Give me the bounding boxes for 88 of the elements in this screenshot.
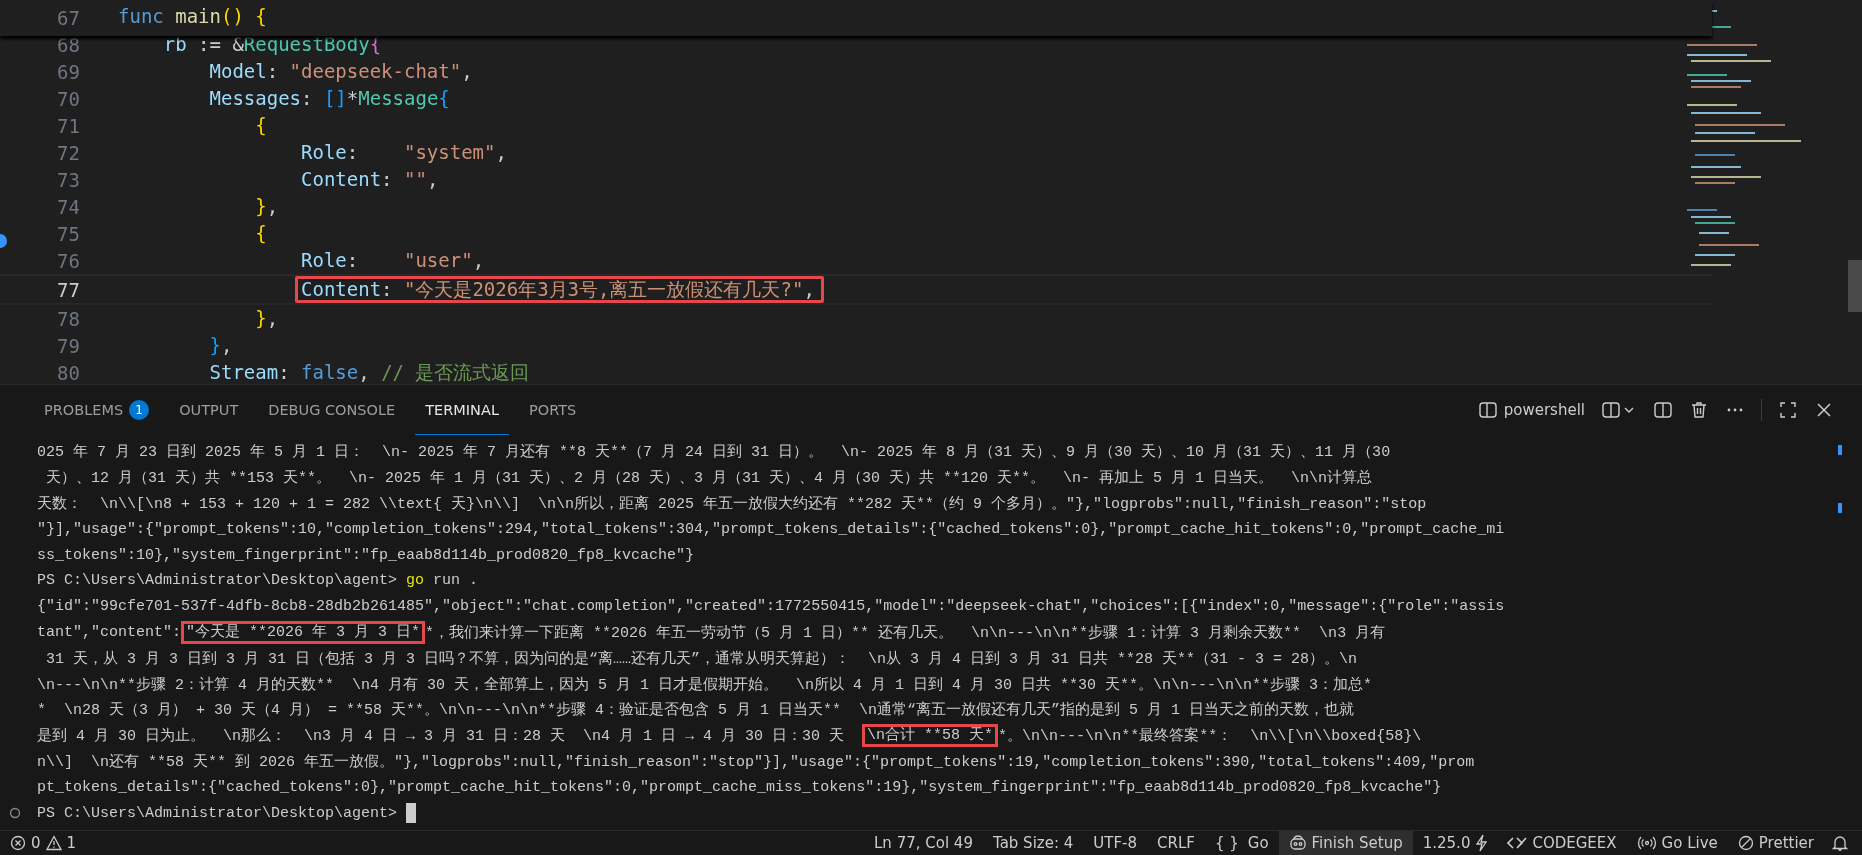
scroll-marker	[1838, 503, 1842, 513]
line-number: 74	[56, 195, 81, 218]
language-mode[interactable]: { } Go	[1204, 831, 1279, 855]
warning-count: 1	[66, 834, 77, 852]
broadcast-icon	[1636, 835, 1657, 851]
terminal-text: pt_tokens_details":{"cached_tokens":0},"prompt_cache_hit_tokens":0,"prompt_cache_miss_tokens":19},"system_fingerprint":"fp_eaab8d114b_prod0820_fp8_kvcache"}	[37, 778, 1442, 796]
code-line: Role: "user",	[300, 248, 486, 273]
terminal-text: \n---\n\n**步骤 2：计算 4 月的天数** \n4 月有 30 天，全部算上，因为 5 月 1 日才是假期开始。 \n所以 4 月 1 日到 4 月 30 日共 **30 天**。\n\n---\n\n**步骤 3：加总*	[37, 675, 1373, 694]
code-line: func main() {	[117, 4, 268, 29]
codegeex-button[interactable]: CODEGEEX	[1497, 831, 1627, 855]
code-line: {	[254, 221, 268, 246]
terminal-text: \n合计 **58 天*	[862, 724, 999, 748]
disabled-icon	[1737, 835, 1754, 851]
terminal-selector[interactable]: powershell	[1477, 400, 1585, 420]
terminal-text: 天数： \n\\[\n8 + 153 + 120 + 1 = 282 \\text{ 天}\n\\] \n\n所以，距离 2025 年五一放假大约还有 **282 天**（约 9 个多月）。"},"logprobs":null,"finish_reason":"stop	[37, 494, 1427, 513]
terminal-icon	[1477, 400, 1498, 420]
split-icon[interactable]	[1653, 400, 1673, 420]
terminal-text: go	[406, 572, 425, 590]
encoding[interactable]: UTF-8	[1083, 831, 1147, 855]
line-number: 69	[56, 60, 81, 83]
braces-icon: { }	[1214, 834, 1239, 852]
panel-tab[interactable]: PROBLEMS 1	[34, 385, 160, 435]
terminal-text: 是到 4 月 30 日为止。 \n那么： \n3 月 4 日 → 3 月 31 日：28 天 \n4 月 1 日 → 4 月 30 日：30 天	[37, 726, 846, 746]
line-number: 77	[56, 278, 81, 301]
code-line: Messages: []*Message{	[208, 86, 451, 111]
terminal-text: * \n28 天（3 月） + 30 天（4 月） = **58 天**。\n\n---\n\n**步骤 4：验证是否包含 5 月 1 日当天** \n通常“离五一放假还有几天”指的是到 5 月 1 日当天之前的天数，也就	[37, 700, 1355, 720]
terminal-text: PS C:\Users\Administrator\Desktop\agent>	[37, 572, 399, 590]
terminal-text: PS C:\Users\Administrator\Desktop\agent>	[37, 804, 399, 822]
command-status-icon	[9, 807, 21, 820]
code-icon	[1507, 836, 1528, 850]
lightning-icon	[1475, 834, 1488, 852]
code-line: },	[208, 333, 234, 358]
line-number: 80	[56, 361, 81, 384]
warning-icon	[45, 835, 62, 851]
panel-tab[interactable]: PORTS	[518, 385, 587, 435]
code-line: rb := &RequestBody{	[162, 32, 383, 57]
line-ending[interactable]: CRLF	[1147, 831, 1205, 855]
code-line: },	[254, 306, 280, 331]
error-icon	[10, 835, 26, 851]
code-line: {	[254, 113, 268, 138]
bell-icon[interactable]	[1832, 834, 1848, 852]
line-number: 76	[56, 249, 81, 272]
trash-icon[interactable]	[1689, 400, 1709, 420]
terminal-text: run .	[432, 572, 479, 590]
line-number: 72	[56, 141, 81, 164]
count-badge: 1	[129, 399, 150, 420]
terminal-text: "}],"usage":{"prompt_tokens":10,"completion_tokens":294,"total_tokens":304,"prompt_tokens_details":{"cached_tokens":0},"prompt_cache_hit_tokens":0,"prompt_cache_mi	[37, 520, 1505, 538]
terminal-text: tant","content":	[37, 623, 182, 641]
terminal-text: *。\n\n---\n\n**最终答案**： \n\\[\n\\boxed{58}\	[998, 726, 1422, 746]
tab-size[interactable]: Tab Size: 4	[982, 831, 1084, 855]
terminal-text: 天）、12 月（31 天）共 **153 天**。 \n- 2025 年 1 月（31 天）、2 月（28 天）、3 月（31 天）、4 月（30 天）共 **120 天**。 \n- 再加上 5 月 1 日当天。 \n\n计算总	[45, 468, 1373, 488]
prettier-button[interactable]: Prettier	[1727, 831, 1824, 855]
go-version[interactable]: 1.25.0	[1412, 831, 1498, 855]
finish-setup-button[interactable]: Finish Setup	[1278, 831, 1413, 855]
line-number: 75	[56, 222, 81, 245]
code-line: },	[254, 194, 280, 219]
terminal-text: 025 年 7 月 23 日到 2025 年 5 月 1 日： \n- 2025 年 7 月还有 **8 天**（7 月 24 日到 31 日）。 \n- 2025 年 8 月（31 天）、9 月（30 天）、10 月（31 天）、11 月（30	[37, 443, 1391, 462]
scrollbar-thumb[interactable]	[1848, 260, 1862, 312]
terminal-text: {"id":"99cfe701-537f-4dfb-8cb8-28db2b261485","object":"chat.completion","created":1772550415,"model":"deepseek-chat","choices":[{"index":0,"message":{"role":"assis	[37, 598, 1505, 616]
terminal-text: n\\] \n还有 **58 天** 到 2026 年五一放假。"},"logprobs":null,"finish_reason":"stop"}],"usage":{"prompt_tokens":19,"completion_tokens":390,"total_tokens":409,"prom	[37, 752, 1475, 771]
terminal-text: "今天是 **2026 年 3 月 3 日*	[181, 620, 426, 644]
error-count: 0	[31, 834, 41, 852]
code-line: Model: "deepseek-chat",	[208, 59, 474, 84]
line-number: 68	[56, 33, 81, 56]
panel-tab[interactable]: TERMINAL	[415, 385, 509, 435]
terminal-text: *，我们来计算一下距离 **2026 年五一劳动节（5 月 1 日）** 还有几天。 \n\n---\n\n**步骤 1：计算 3 月剩余天数** \n3 月有	[425, 623, 1386, 642]
panel-tab[interactable]: DEBUG CONSOLE	[258, 385, 406, 435]
terminal-text: 31 天，从 3 月 3 日到 3 月 31 日（包括 3 月 3 日吗？不算，因为问的是“离……还有几天”，通常从明天算起）： \n从 3 月 4 日到 3 月 31 日共 **28 天**（31 - 3 = 28）。\n	[45, 649, 1358, 668]
code-line: Content: "",	[300, 167, 440, 192]
line-number: 79	[56, 334, 81, 357]
language-label: Go	[1247, 834, 1269, 852]
panel-tab[interactable]: OUTPUT	[169, 385, 249, 435]
problems-status[interactable]: 0 1	[0, 831, 87, 855]
breakpoint-icon	[0, 234, 8, 248]
code-line: Stream: false, // 是否流式返回	[208, 360, 531, 384]
maximize-icon[interactable]	[1778, 400, 1798, 420]
line-number: 73	[56, 168, 81, 191]
go-live-button[interactable]: Go Live	[1626, 831, 1728, 855]
robot-icon	[1288, 835, 1307, 851]
cursor-position[interactable]: Ln 77, Col 49	[864, 831, 983, 855]
code-line: Role: "system",	[300, 140, 508, 165]
terminal-text: ss_tokens":10},"system_fingerprint":"fp_eaab8d114b_prod0820_fp8_kvcache"}	[37, 546, 695, 564]
line-number: 71	[56, 114, 81, 137]
line-number: 67	[56, 6, 81, 30]
line-number: 70	[56, 87, 81, 110]
text-cursor	[406, 803, 417, 824]
line-number: 78	[56, 307, 81, 330]
scroll-marker	[1838, 445, 1842, 455]
